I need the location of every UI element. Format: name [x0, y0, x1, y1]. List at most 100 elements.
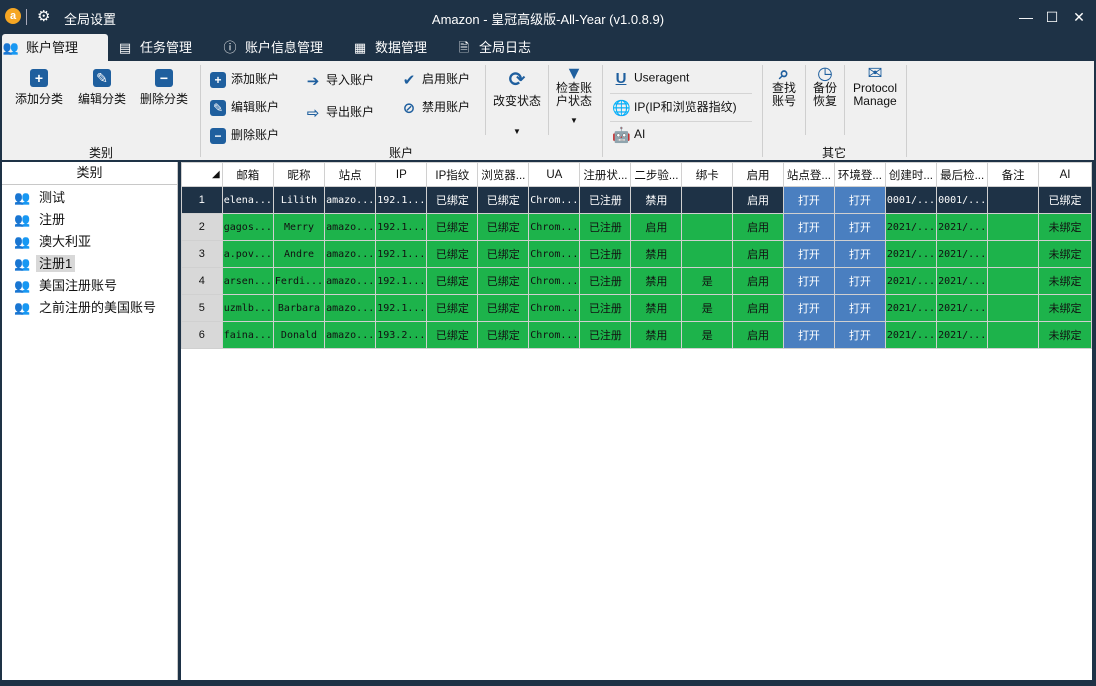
column-header[interactable]: IP: [375, 162, 428, 187]
two-step-cell[interactable]: 禁用: [630, 294, 683, 322]
site-login-open-button[interactable]: 打开: [782, 294, 835, 322]
column-header[interactable]: 启用: [732, 162, 784, 187]
browser-cell[interactable]: 已绑定: [477, 267, 530, 295]
two-step-cell[interactable]: 启用: [630, 213, 683, 241]
tab-account-management[interactable]: 👥 账户管理: [2, 34, 108, 61]
env-login-open-button[interactable]: 打开: [833, 186, 886, 214]
protocol-manage-button[interactable]: ✉ Protocol Manage: [846, 64, 904, 108]
column-header[interactable]: IP指纹: [426, 162, 479, 187]
site-cell[interactable]: amazo...: [324, 267, 377, 295]
edit-account-button[interactable]: ✎ 编辑账户: [210, 98, 279, 116]
site-cell[interactable]: amazo...: [324, 321, 377, 349]
ai-cell[interactable]: 已绑定: [1038, 186, 1092, 214]
column-header[interactable]: AI: [1038, 162, 1092, 187]
register-status-cell[interactable]: 已注册: [579, 213, 632, 241]
enabled-cell[interactable]: 启用: [732, 267, 784, 295]
two-step-cell[interactable]: 禁用: [630, 240, 683, 268]
ai-cell[interactable]: 未绑定: [1038, 294, 1092, 322]
ip-fingerprint-cell[interactable]: 已绑定: [426, 240, 479, 268]
last-check-cell[interactable]: 0001/...: [936, 186, 989, 214]
bind-card-cell[interactable]: 是: [681, 267, 734, 295]
site-login-open-button[interactable]: 打开: [782, 240, 835, 268]
site-login-open-button[interactable]: 打开: [782, 267, 835, 295]
check-account-status-button[interactable]: ▼ 检查账 户状态 ▼: [551, 64, 597, 127]
nickname-cell[interactable]: Donald: [272, 321, 326, 349]
table-row[interactable]: 6 faina... Donald amazo... 193.2... 已绑定 …: [181, 321, 1092, 349]
tree-item[interactable]: 👥 美国注册账号: [2, 275, 177, 297]
tab-global-log[interactable]: 🗎 全局日志: [455, 34, 555, 61]
column-header[interactable]: 创建时...: [884, 162, 938, 187]
browser-cell[interactable]: 已绑定: [477, 186, 530, 214]
note-cell[interactable]: [987, 294, 1040, 322]
note-cell[interactable]: [987, 267, 1040, 295]
site-login-open-button[interactable]: 打开: [782, 321, 835, 349]
last-check-cell[interactable]: 2021/...: [936, 240, 989, 268]
import-account-button[interactable]: ➔ 导入账户: [304, 71, 374, 90]
add-account-button[interactable]: + 添加账户: [210, 70, 279, 88]
register-status-cell[interactable]: 已注册: [579, 240, 632, 268]
env-login-open-button[interactable]: 打开: [833, 294, 886, 322]
site-cell[interactable]: amazo...: [324, 240, 377, 268]
ip-fingerprint-button[interactable]: 🌐 IP(IP和浏览器指纹): [612, 98, 737, 117]
env-login-open-button[interactable]: 打开: [833, 267, 886, 295]
ai-cell[interactable]: 未绑定: [1038, 213, 1092, 241]
created-cell[interactable]: 2021/...: [884, 267, 938, 295]
column-header[interactable]: 站点登...: [782, 162, 835, 187]
enabled-cell[interactable]: 启用: [732, 321, 784, 349]
created-cell[interactable]: 2021/...: [884, 321, 938, 349]
table-row[interactable]: 4 arsen... Ferdi... amazo... 192.1... 已绑…: [181, 267, 1092, 295]
column-header[interactable]: 浏览器...: [477, 162, 530, 187]
ai-cell[interactable]: 未绑定: [1038, 321, 1092, 349]
table-row[interactable]: 5 uzmlb... Barbara amazo... 192.1... 已绑定…: [181, 294, 1092, 322]
created-cell[interactable]: 2021/...: [884, 213, 938, 241]
column-header[interactable]: 最后检...: [936, 162, 989, 187]
nickname-cell[interactable]: Lilith: [272, 186, 326, 214]
tree-item[interactable]: 👥 之前注册的美国账号: [2, 297, 177, 319]
row-number[interactable]: 6: [181, 321, 223, 349]
ip-fingerprint-cell[interactable]: 已绑定: [426, 186, 479, 214]
site-login-open-button[interactable]: 打开: [782, 186, 835, 214]
bind-card-cell[interactable]: 是: [681, 294, 734, 322]
ua-cell[interactable]: Chrom...: [528, 321, 581, 349]
column-header[interactable]: 站点: [324, 162, 377, 187]
last-check-cell[interactable]: 2021/...: [936, 294, 989, 322]
column-header[interactable]: 备注: [987, 162, 1040, 187]
register-status-cell[interactable]: 已注册: [579, 294, 632, 322]
note-cell[interactable]: [987, 213, 1040, 241]
bind-card-cell[interactable]: 是: [681, 321, 734, 349]
email-cell[interactable]: gagos...: [221, 213, 274, 241]
env-login-open-button[interactable]: 打开: [833, 321, 886, 349]
disable-account-button[interactable]: ⊘ 禁用账户: [400, 98, 470, 117]
site-login-open-button[interactable]: 打开: [782, 213, 835, 241]
register-status-cell[interactable]: 已注册: [579, 186, 632, 214]
ip-cell[interactable]: 192.1...: [375, 294, 428, 322]
env-login-open-button[interactable]: 打开: [833, 213, 886, 241]
created-cell[interactable]: 2021/...: [884, 240, 938, 268]
maximize-button[interactable]: ☐: [1040, 6, 1064, 28]
ip-cell[interactable]: 192.1...: [375, 267, 428, 295]
row-number[interactable]: 3: [181, 240, 223, 268]
email-cell[interactable]: faina...: [221, 321, 274, 349]
tree-item[interactable]: 👥 注册: [2, 209, 177, 231]
ua-cell[interactable]: Chrom...: [528, 240, 581, 268]
two-step-cell[interactable]: 禁用: [630, 321, 683, 349]
created-cell[interactable]: 0001/...: [884, 186, 938, 214]
close-button[interactable]: ✕: [1067, 6, 1091, 28]
ip-fingerprint-cell[interactable]: 已绑定: [426, 213, 479, 241]
enabled-cell[interactable]: 启用: [732, 186, 784, 214]
enabled-cell[interactable]: 启用: [732, 240, 784, 268]
ip-cell[interactable]: 193.2...: [375, 321, 428, 349]
row-number[interactable]: 1: [181, 186, 223, 214]
column-header[interactable]: 环境登...: [833, 162, 886, 187]
edit-category-button[interactable]: ✎ 编辑分类: [74, 69, 130, 111]
ua-cell[interactable]: Chrom...: [528, 186, 581, 214]
email-cell[interactable]: a.pov...: [221, 240, 274, 268]
tree-item[interactable]: 👥 澳大利亚: [2, 231, 177, 253]
ai-cell[interactable]: 未绑定: [1038, 240, 1092, 268]
two-step-cell[interactable]: 禁用: [630, 267, 683, 295]
add-category-button[interactable]: + 添加分类: [10, 69, 68, 111]
table-row-selected[interactable]: 1 elena... Lilith amazo... 192.1... 已绑定 …: [181, 186, 1092, 214]
last-check-cell[interactable]: 2021/...: [936, 267, 989, 295]
minimize-button[interactable]: —: [1014, 6, 1038, 28]
nickname-cell[interactable]: Andre: [272, 240, 326, 268]
